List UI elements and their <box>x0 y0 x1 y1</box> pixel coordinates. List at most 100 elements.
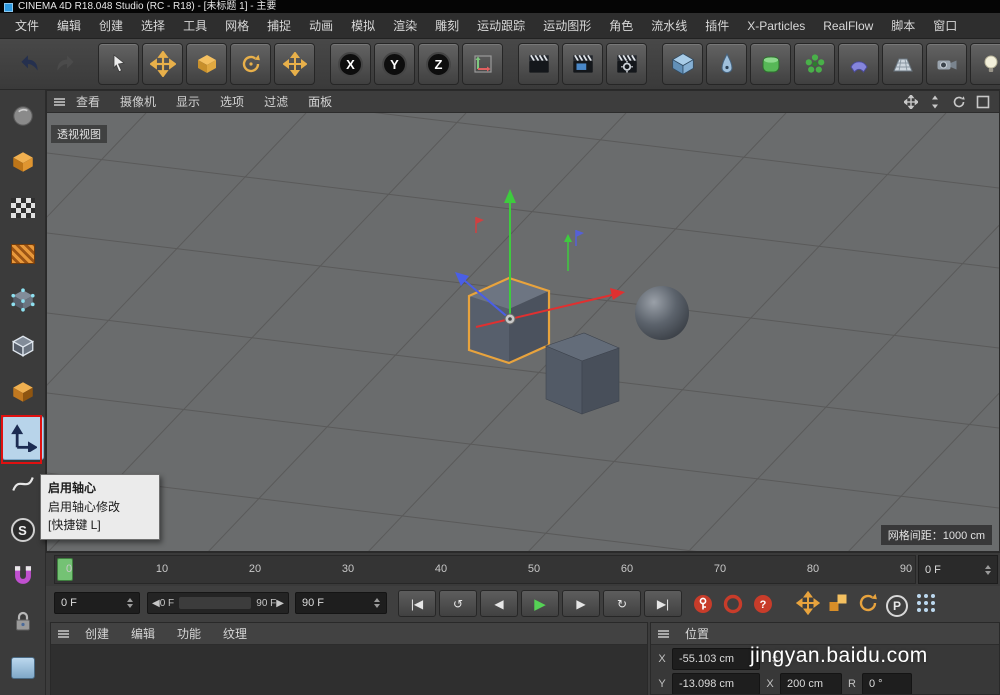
array-mograph-button[interactable] <box>794 43 835 85</box>
menu-sculpt[interactable]: 雕刻 <box>426 13 468 38</box>
viewport-canvas[interactable]: 透视视图 网格间距：1000 cm <box>47 113 999 551</box>
menu-window[interactable]: 窗口 <box>924 13 966 38</box>
vp-menu-options[interactable]: 选项 <box>211 93 253 110</box>
pen-spline-button[interactable] <box>706 43 747 85</box>
live-selection-button[interactable] <box>98 43 139 85</box>
materials-list-area[interactable] <box>51 645 647 695</box>
size-x-field[interactable]: 200 cm <box>780 673 842 695</box>
points-mode-button[interactable] <box>2 278 44 322</box>
last-tool-button[interactable] <box>274 43 315 85</box>
subdivision-surface-button[interactable] <box>750 43 791 85</box>
make-editable-button[interactable] <box>2 94 44 138</box>
rotate-view-button[interactable] <box>950 94 968 110</box>
menu-snap[interactable]: 捕捉 <box>258 13 300 38</box>
coord-x-field[interactable]: -55.103 cm <box>672 648 760 670</box>
coord-y-field[interactable]: -13.098 cm <box>672 673 760 695</box>
current-frame-field[interactable]: 0 F <box>54 592 140 614</box>
redo-button[interactable] <box>49 45 83 83</box>
vp-menu-view[interactable]: 查看 <box>67 93 109 110</box>
sphere-object[interactable] <box>635 286 689 340</box>
vp-menu-panel[interactable]: 面板 <box>299 93 341 110</box>
vp-menu-display[interactable]: 显示 <box>167 93 209 110</box>
model-mode-button[interactable] <box>2 140 44 184</box>
materials-menu-create[interactable]: 创建 <box>79 625 115 642</box>
camera-button[interactable] <box>926 43 967 85</box>
menu-mesh[interactable]: 网格 <box>216 13 258 38</box>
end-frame-stepper[interactable] <box>369 598 380 608</box>
key-parameter-button[interactable]: P <box>886 595 908 617</box>
menu-animate[interactable]: 动画 <box>300 13 342 38</box>
snap-settings-button[interactable]: S <box>2 508 44 552</box>
materials-menu-edit[interactable]: 编辑 <box>125 625 161 642</box>
x-axis-lock-button[interactable]: X <box>330 43 371 85</box>
goto-end-button[interactable]: ▶| <box>644 590 682 617</box>
prev-key-button[interactable]: ↺ <box>439 590 477 617</box>
key-scale-button[interactable] <box>826 591 850 620</box>
vp-menu-filter[interactable]: 过滤 <box>255 93 297 110</box>
autokey-button[interactable] <box>722 593 744 620</box>
vp-menu-cameras[interactable]: 摄像机 <box>111 93 165 110</box>
menu-pipeline[interactable]: 流水线 <box>642 13 696 38</box>
rotation-r-field[interactable]: 0 ° <box>862 673 912 695</box>
scale-tool-button[interactable] <box>186 43 227 85</box>
move-tool-button[interactable] <box>142 43 183 85</box>
goto-start-button[interactable]: |◀ <box>398 590 436 617</box>
y-axis-lock-button[interactable]: Y <box>374 43 415 85</box>
z-axis-lock-button[interactable]: Z <box>418 43 459 85</box>
lock-workplane-button[interactable] <box>2 600 44 644</box>
materials-menu-function[interactable]: 功能 <box>171 625 207 642</box>
workplane-mode-button[interactable] <box>2 232 44 276</box>
floor-grid-button[interactable] <box>882 43 923 85</box>
materials-menu-texture[interactable]: 纹理 <box>217 625 253 642</box>
add-cube-button[interactable] <box>662 43 703 85</box>
record-keyframe-button[interactable] <box>692 593 714 620</box>
pan-view-button[interactable] <box>902 94 920 110</box>
menu-simulate[interactable]: 模拟 <box>342 13 384 38</box>
render-settings-button[interactable] <box>606 43 647 85</box>
toggle-view-button[interactable] <box>974 94 992 110</box>
timeline-ruler[interactable]: 0 10 20 30 40 50 60 70 80 90 <box>54 555 916 584</box>
render-picture-viewer-button[interactable] <box>562 43 603 85</box>
materials-panel-menu-icon[interactable] <box>58 630 69 638</box>
key-rotation-button[interactable] <box>856 591 880 620</box>
rotate-tool-button[interactable] <box>230 43 271 85</box>
menu-tools[interactable]: 工具 <box>174 13 216 38</box>
current-frame-stepper[interactable] <box>122 598 133 608</box>
menu-plugins[interactable]: 插件 <box>696 13 738 38</box>
menu-script[interactable]: 脚本 <box>882 13 924 38</box>
quantize-button[interactable] <box>2 646 44 690</box>
menu-render[interactable]: 渲染 <box>384 13 426 38</box>
menu-motion-tracker[interactable]: 运动跟踪 <box>468 13 534 38</box>
deformer-button[interactable] <box>838 43 879 85</box>
frame-range-slider[interactable]: ◀ 0 F 90 F ▶ <box>147 592 289 614</box>
range-track[interactable] <box>179 597 251 609</box>
menu-select[interactable]: 选择 <box>132 13 174 38</box>
menu-xparticles[interactable]: X-Particles <box>738 15 814 37</box>
coordinates-panel-menu-icon[interactable] <box>658 630 669 638</box>
polygons-mode-button[interactable] <box>2 370 44 414</box>
undo-button[interactable] <box>12 45 46 83</box>
end-frame-field[interactable]: 90 F <box>295 592 387 614</box>
key-pla-button[interactable] <box>914 591 938 620</box>
frame-display-field[interactable]: 0 F <box>918 555 998 584</box>
next-frame-button[interactable]: ▶ <box>562 590 600 617</box>
zoom-view-button[interactable] <box>926 94 944 110</box>
menu-edit[interactable]: 编辑 <box>48 13 90 38</box>
next-key-button[interactable]: ↻ <box>603 590 641 617</box>
enable-snap-button[interactable] <box>2 554 44 598</box>
menu-mograph[interactable]: 运动图形 <box>534 13 600 38</box>
play-button[interactable]: ▶ <box>521 590 559 617</box>
render-view-button[interactable] <box>518 43 559 85</box>
edges-mode-button[interactable] <box>2 324 44 368</box>
viewport-panel-menu-icon[interactable] <box>54 98 65 106</box>
cube-object[interactable] <box>546 333 619 414</box>
frame-display-stepper[interactable] <box>980 565 991 575</box>
coordinate-system-button[interactable] <box>462 43 503 85</box>
menu-file[interactable]: 文件 <box>6 13 48 38</box>
menu-realflow[interactable]: RealFlow <box>814 15 882 37</box>
normal-move-button[interactable] <box>2 462 44 506</box>
menu-character[interactable]: 角色 <box>600 13 642 38</box>
menu-create[interactable]: 创建 <box>90 13 132 38</box>
texture-mode-button[interactable] <box>2 186 44 230</box>
light-button[interactable] <box>970 43 1000 85</box>
